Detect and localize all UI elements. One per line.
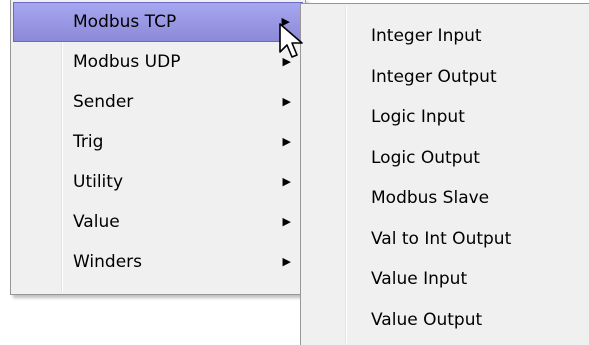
chevron-right-icon: ▶ xyxy=(282,255,291,268)
submenu-item-val-to-int-output[interactable]: Val to Int Output xyxy=(303,219,589,260)
menu-item-sender[interactable]: Sender ▶ xyxy=(13,82,303,122)
menu-item-trig[interactable]: Trig ▶ xyxy=(13,122,303,162)
submenu-item-logic-input[interactable]: Logic Input xyxy=(303,97,589,138)
chevron-right-icon: ▶ xyxy=(282,135,291,148)
menu-item-label: Winders xyxy=(73,252,143,272)
menu-item-utility[interactable]: Utility ▶ xyxy=(13,162,303,202)
submenu-modbus-tcp: Integer Input Integer Output Logic Input… xyxy=(300,3,589,345)
submenu-item-label: Value Input xyxy=(371,269,468,289)
menu-item-modbus-tcp[interactable]: Modbus TCP ▶ xyxy=(13,2,303,42)
submenu-item-label: Val to Int Output xyxy=(371,228,512,249)
submenu-item-label: Logic Input xyxy=(371,107,465,127)
chevron-right-icon: ▶ xyxy=(282,215,291,228)
context-menu: Modbus TCP ▶ Modbus UDP ▶ Sender ▶ Trig … xyxy=(10,0,306,295)
menu-item-label: Trig xyxy=(73,132,104,152)
submenu-item-logic-output[interactable]: Logic Output xyxy=(303,138,589,179)
menu-item-modbus-udp[interactable]: Modbus UDP ▶ xyxy=(13,42,303,82)
submenu-item-label: Logic Output xyxy=(371,147,480,168)
submenu-item-label: Integer Output xyxy=(371,66,497,87)
submenu-item-integer-output[interactable]: Integer Output xyxy=(303,57,589,98)
menu-item-label: Value xyxy=(73,212,120,232)
chevron-right-icon: ▶ xyxy=(282,175,291,188)
menu-items: Modbus TCP ▶ Modbus UDP ▶ Sender ▶ Trig … xyxy=(13,2,303,282)
menu-item-label: Modbus TCP xyxy=(73,12,177,32)
menu-item-label: Sender xyxy=(73,92,134,112)
submenu-item-modbus-slave[interactable]: Modbus Slave xyxy=(303,178,589,219)
submenu-item-value-input[interactable]: Value Input xyxy=(303,259,589,300)
chevron-right-icon: ▶ xyxy=(282,95,291,108)
menu-item-winders[interactable]: Winders ▶ xyxy=(13,242,303,282)
mouse-pointer-icon xyxy=(279,23,303,58)
submenu-item-label: Value Output xyxy=(371,309,483,330)
submenu-item-label: Modbus Slave xyxy=(371,188,490,208)
menu-item-value[interactable]: Value ▶ xyxy=(13,202,303,242)
menu-item-label: Modbus UDP xyxy=(73,52,181,72)
submenu-item-label: Integer Input xyxy=(371,26,482,46)
submenu-items: Integer Input Integer Output Logic Input… xyxy=(303,16,589,340)
submenu-item-value-output[interactable]: Value Output xyxy=(303,300,589,341)
menu-item-label: Utility xyxy=(73,172,124,192)
submenu-item-integer-input[interactable]: Integer Input xyxy=(303,16,589,57)
